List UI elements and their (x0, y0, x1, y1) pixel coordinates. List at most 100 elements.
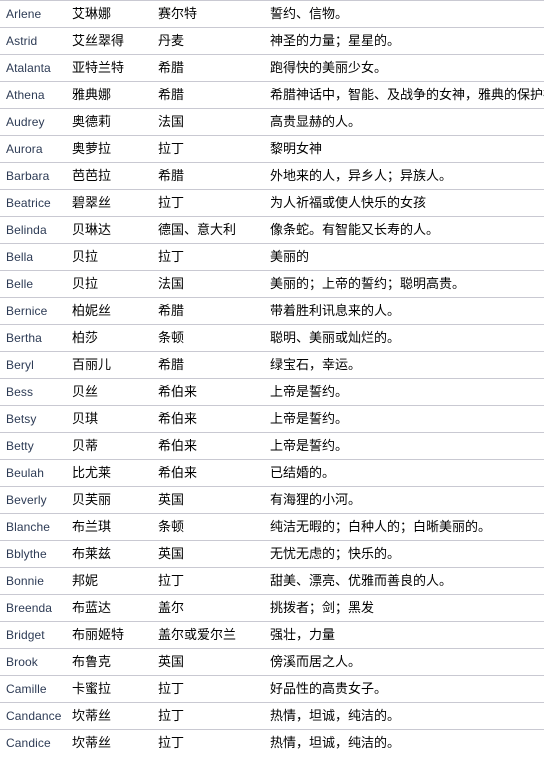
cell-english-name: Bblythe (0, 540, 72, 568)
cell-chinese-name: 亚特兰特 (72, 54, 158, 82)
cell-chinese-name: 百丽儿 (72, 351, 158, 379)
cell-origin: 盖尔 (158, 594, 270, 622)
cell-chinese-name: 布莱兹 (72, 540, 158, 568)
table-row: Beatrice 碧翠丝 拉丁 为人祈福或使人快乐的女孩 (0, 189, 544, 217)
cell-meaning: 美丽的；上帝的誓约；聪明高贵。 (270, 270, 544, 298)
cell-origin: 拉丁 (158, 702, 270, 730)
table-row: Blanche 布兰琪 条顿 纯洁无暇的；白种人的；白晰美丽的。 (0, 513, 544, 541)
cell-origin: 条顿 (158, 513, 270, 541)
table-row: Belle 贝拉 法国 美丽的；上帝的誓约；聪明高贵。 (0, 270, 544, 298)
cell-meaning: 为人祈福或使人快乐的女孩 (270, 189, 544, 217)
cell-origin: 英国 (158, 540, 270, 568)
table-row: Beryl 百丽儿 希腊 绿宝石，幸运。 (0, 351, 544, 379)
cell-chinese-name: 柏妮丝 (72, 297, 158, 325)
cell-chinese-name: 邦妮 (72, 567, 158, 595)
cell-origin: 条顿 (158, 324, 270, 352)
cell-origin: 希腊 (158, 297, 270, 325)
cell-chinese-name: 贝拉 (72, 243, 158, 271)
cell-english-name: Barbara (0, 162, 72, 190)
cell-meaning: 誓约、信物。 (270, 0, 544, 28)
cell-origin: 英国 (158, 486, 270, 514)
cell-chinese-name: 坎蒂丝 (72, 729, 158, 757)
cell-meaning: 上帝是誓约。 (270, 405, 544, 433)
cell-english-name: Aurora (0, 135, 72, 163)
table-row: Camille 卡蜜拉 拉丁 好品性的高贵女子。 (0, 675, 544, 703)
table-row: Bridget 布丽姬特 盖尔或爱尔兰 强壮，力量 (0, 621, 544, 649)
cell-chinese-name: 布蓝达 (72, 594, 158, 622)
cell-chinese-name: 贝琪 (72, 405, 158, 433)
cell-english-name: Audrey (0, 108, 72, 136)
cell-meaning: 绿宝石，幸运。 (270, 351, 544, 379)
cell-english-name: Bonnie (0, 567, 72, 595)
cell-chinese-name: 贝丝 (72, 378, 158, 406)
cell-meaning: 好品性的高贵女子。 (270, 675, 544, 703)
cell-chinese-name: 坎蒂丝 (72, 702, 158, 730)
table-row: Bertha 柏莎 条顿 聪明、美丽或灿烂的。 (0, 324, 544, 352)
cell-english-name: Candice (0, 729, 72, 757)
table-row: Arlene 艾琳娜 赛尔特 誓约、信物。 (0, 0, 544, 28)
cell-meaning: 黎明女神 (270, 135, 544, 163)
cell-origin: 拉丁 (158, 135, 270, 163)
cell-english-name: Bridget (0, 621, 72, 649)
cell-chinese-name: 布兰琪 (72, 513, 158, 541)
cell-english-name: Belinda (0, 216, 72, 244)
table-row: Aurora 奥萝拉 拉丁 黎明女神 (0, 135, 544, 163)
cell-chinese-name: 奥德莉 (72, 108, 158, 136)
cell-origin: 拉丁 (158, 729, 270, 757)
cell-meaning: 无忧无虑的；快乐的。 (270, 540, 544, 568)
cell-meaning: 上帝是誓约。 (270, 432, 544, 460)
cell-meaning: 甜美、漂亮、优雅而善良的人。 (270, 567, 544, 595)
cell-origin: 法国 (158, 108, 270, 136)
table-row: Athena 雅典娜 希腊 希腊神话中，智能、及战争的女神，雅典的保护神 (0, 81, 544, 109)
cell-english-name: Astrid (0, 27, 72, 55)
cell-meaning: 美丽的 (270, 243, 544, 271)
cell-origin: 拉丁 (158, 189, 270, 217)
cell-english-name: Bertha (0, 324, 72, 352)
cell-meaning: 跑得快的美丽少女。 (270, 54, 544, 82)
table-row: Bella 贝拉 拉丁 美丽的 (0, 243, 544, 271)
cell-chinese-name: 贝拉 (72, 270, 158, 298)
table-row: Bess 贝丝 希伯来 上帝是誓约。 (0, 378, 544, 406)
cell-english-name: Belle (0, 270, 72, 298)
cell-chinese-name: 布丽姬特 (72, 621, 158, 649)
cell-origin: 德国、意大利 (158, 216, 270, 244)
cell-meaning: 已结婚的。 (270, 459, 544, 487)
cell-chinese-name: 芭芭拉 (72, 162, 158, 190)
table-row: Bonnie 邦妮 拉丁 甜美、漂亮、优雅而善良的人。 (0, 567, 544, 595)
cell-english-name: Betsy (0, 405, 72, 433)
cell-meaning: 高贵显赫的人。 (270, 108, 544, 136)
cell-english-name: Beryl (0, 351, 72, 379)
table-row: Breenda 布蓝达 盖尔 挑拨者；剑；黑发 (0, 594, 544, 622)
cell-chinese-name: 比尤莱 (72, 459, 158, 487)
cell-english-name: Athena (0, 81, 72, 109)
cell-origin: 丹麦 (158, 27, 270, 55)
cell-chinese-name: 卡蜜拉 (72, 675, 158, 703)
cell-english-name: Breenda (0, 594, 72, 622)
cell-english-name: Atalanta (0, 54, 72, 82)
table-row: Beulah 比尤莱 希伯来 已结婚的。 (0, 459, 544, 487)
cell-origin: 拉丁 (158, 675, 270, 703)
cell-meaning: 带着胜利讯息来的人。 (270, 297, 544, 325)
cell-origin: 希腊 (158, 162, 270, 190)
cell-english-name: Beulah (0, 459, 72, 487)
table-row: Candance 坎蒂丝 拉丁 热情，坦诚，纯洁的。 (0, 702, 544, 730)
cell-origin: 拉丁 (158, 243, 270, 271)
cell-meaning: 纯洁无暇的；白种人的；白晰美丽的。 (270, 513, 544, 541)
table-row: Audrey 奥德莉 法国 高贵显赫的人。 (0, 108, 544, 136)
cell-english-name: Beatrice (0, 189, 72, 217)
cell-meaning: 强壮，力量 (270, 621, 544, 649)
cell-english-name: Bess (0, 378, 72, 406)
cell-chinese-name: 雅典娜 (72, 81, 158, 109)
cell-english-name: Brook (0, 648, 72, 676)
cell-english-name: Bella (0, 243, 72, 271)
cell-meaning: 热情，坦诚，纯洁的。 (270, 729, 544, 757)
cell-chinese-name: 艾丝翠得 (72, 27, 158, 55)
cell-chinese-name: 贝芙丽 (72, 486, 158, 514)
cell-meaning: 上帝是誓约。 (270, 378, 544, 406)
cell-meaning: 聪明、美丽或灿烂的。 (270, 324, 544, 352)
cell-origin: 希伯来 (158, 432, 270, 460)
cell-origin: 希伯来 (158, 459, 270, 487)
table-row: Betsy 贝琪 希伯来 上帝是誓约。 (0, 405, 544, 433)
table-row: Beverly 贝芙丽 英国 有海狸的小河。 (0, 486, 544, 514)
cell-origin: 英国 (158, 648, 270, 676)
